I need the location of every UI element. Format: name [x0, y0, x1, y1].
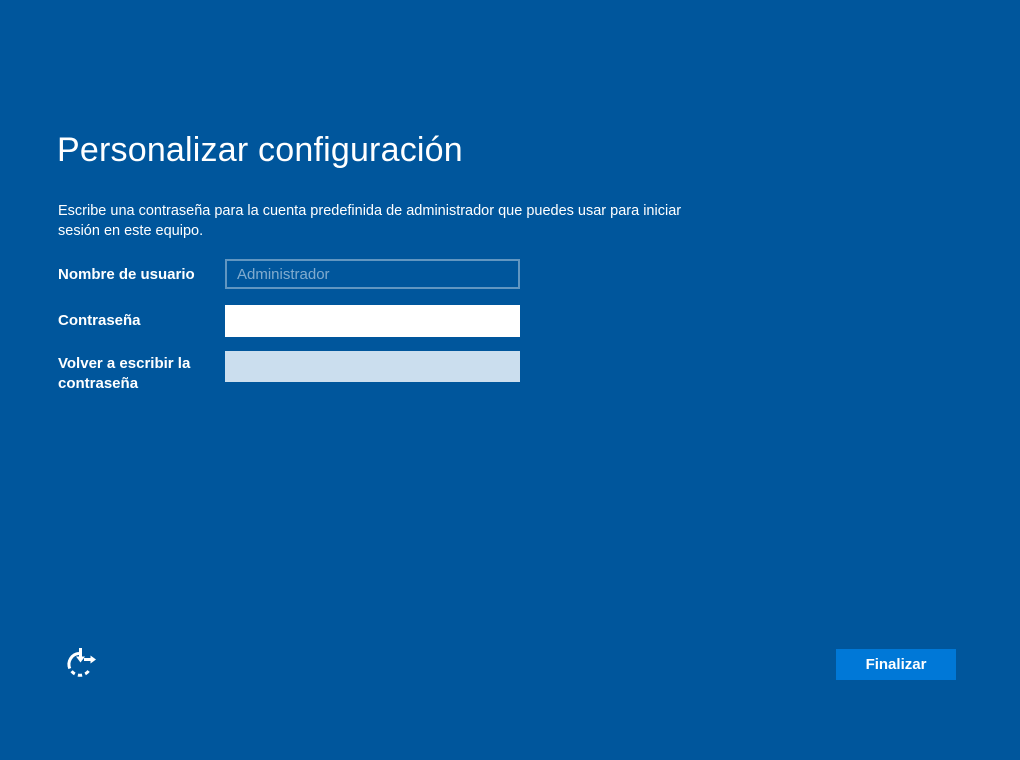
password-label: Contraseña: [58, 312, 141, 329]
oobe-customize-settings-screen: Personalizar configuración Escribe una c…: [0, 0, 1020, 760]
finish-button[interactable]: Finalizar: [836, 649, 956, 680]
page-description: Escribe una contraseña para la cuenta pr…: [58, 203, 682, 239]
username-input[interactable]: [225, 259, 520, 289]
username-label: Nombre de usuario: [58, 266, 195, 283]
confirm-password-input[interactable]: [225, 351, 520, 382]
page-title: Personalizar configuración: [57, 131, 463, 169]
confirm-password-label: Volver a escribir la contraseña: [58, 355, 191, 392]
password-input[interactable]: [225, 305, 520, 337]
ease-of-access-button[interactable]: [60, 641, 102, 683]
ease-of-access-icon: [63, 644, 99, 680]
